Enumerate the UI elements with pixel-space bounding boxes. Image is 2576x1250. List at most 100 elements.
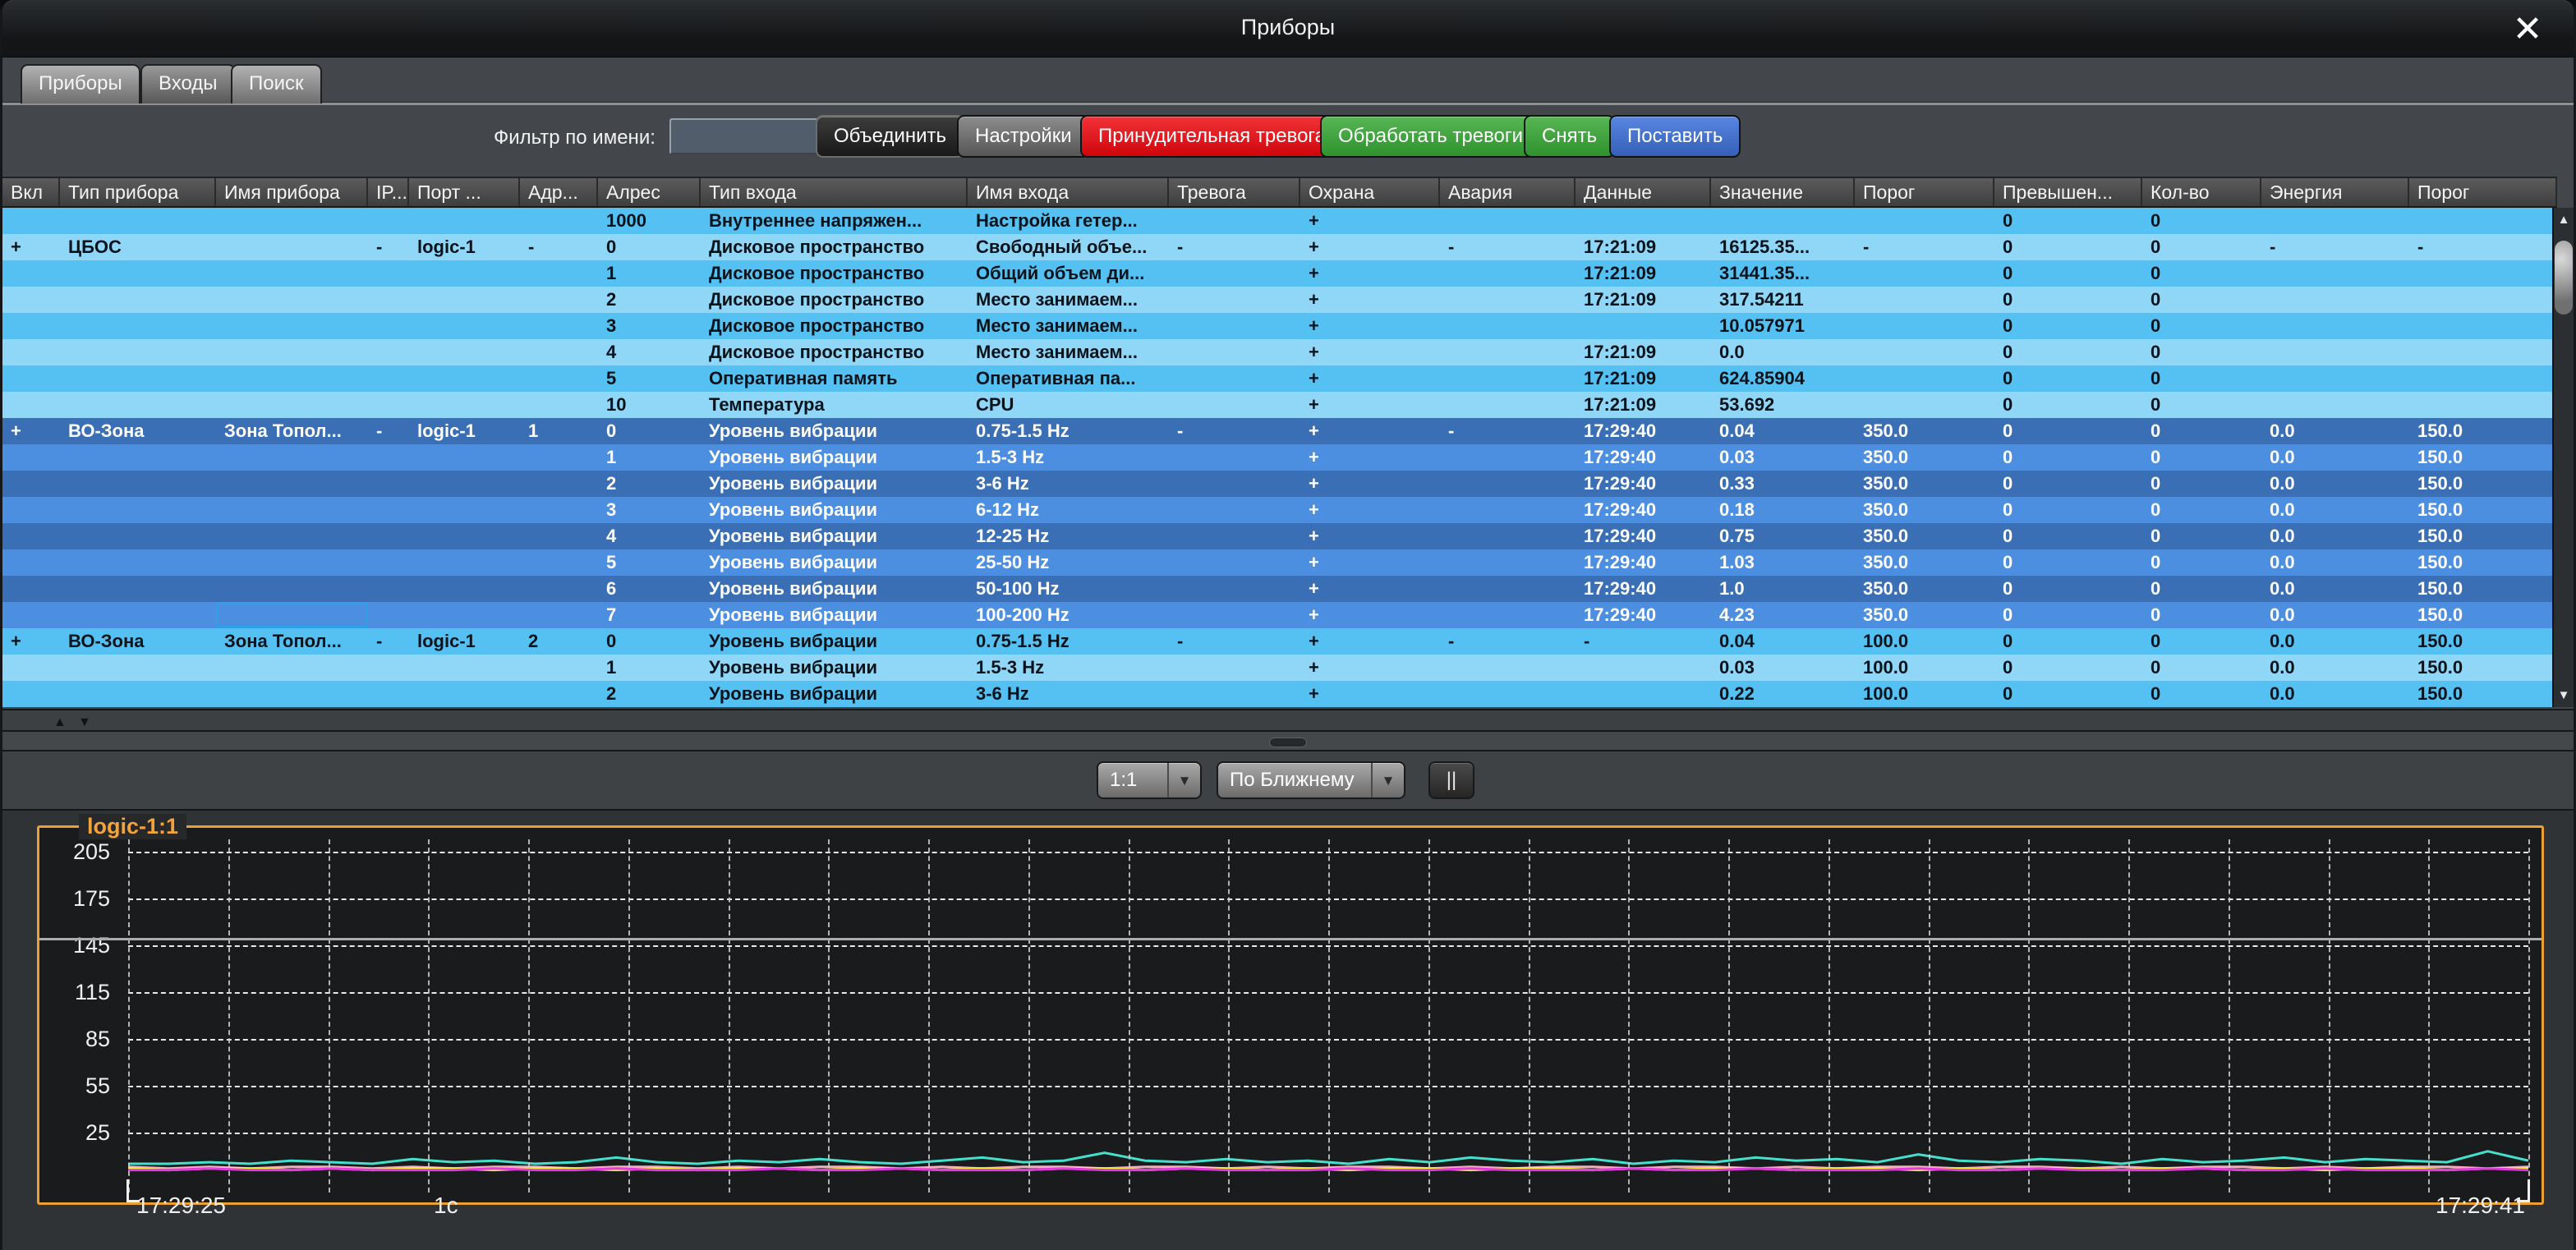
table-cell[interactable] [1440,471,1576,497]
table-cell[interactable] [1576,208,1711,234]
table-cell[interactable] [2,549,60,576]
table-cell[interactable] [520,287,598,313]
scrollbar-thumb[interactable] [2555,241,2573,315]
table-row[interactable]: 2Уровень вибрации3-6 Hz+0.22100.0000.015… [2,681,2557,707]
table-cell[interactable]: 150.0 [2409,549,2557,576]
table-cell[interactable]: Уровень вибрации [701,444,968,471]
table-cell[interactable] [1169,471,1300,497]
table-cell[interactable]: 17:29:40 [1576,444,1711,471]
table-cell[interactable]: Уровень вибрации [701,549,968,576]
table-cell[interactable]: 0.03 [1711,444,1855,471]
table-cell[interactable]: 0.0 [2261,602,2409,628]
table-cell[interactable]: 0 [1994,339,2142,365]
column-header[interactable]: Данные [1576,178,1711,206]
column-header[interactable]: Превышен... [1994,178,2142,206]
table-cell[interactable] [409,576,520,602]
table-cell[interactable] [1576,655,1711,681]
tab-poisk[interactable]: Поиск [231,64,322,103]
table-cell[interactable]: 0 [1994,471,2142,497]
column-header[interactable]: Тип прибора [60,178,216,206]
column-header[interactable]: Порог [1855,178,1994,206]
column-header[interactable]: Имя входа [968,178,1169,206]
table-cell[interactable]: Дисковое пространство [701,234,968,260]
table-cell[interactable]: 17:29:40 [1576,602,1711,628]
table-cell[interactable]: + [1300,208,1440,234]
table-cell[interactable] [1440,444,1576,471]
table-cell[interactable] [1169,497,1300,523]
table-cell[interactable]: + [1300,628,1440,655]
table-cell[interactable] [368,602,409,628]
table-row[interactable]: 10ТемператураCPU+17:21:0953.69200 [2,392,2557,418]
table-cell[interactable] [60,681,216,707]
table-cell[interactable]: 3 [598,313,701,339]
table-cell[interactable] [1169,260,1300,287]
table-cell[interactable]: 0 [2142,681,2261,707]
table-cell[interactable] [2,471,60,497]
table-cell[interactable] [60,523,216,549]
table-cell[interactable]: 150.0 [2409,628,2557,655]
table-cell[interactable] [1855,208,1994,234]
table-cell[interactable]: 17:29:40 [1576,497,1711,523]
table-cell[interactable]: 17:21:09 [1576,392,1711,418]
table-cell[interactable]: 0 [1994,208,2142,234]
table-cell[interactable]: 4.23 [1711,602,1855,628]
column-header[interactable]: Адр... [520,178,598,206]
table-cell[interactable] [520,444,598,471]
mode-select[interactable]: По Ближнему ▼ [1217,761,1405,799]
table-cell[interactable] [368,392,409,418]
chevron-down-icon[interactable]: ▼ [1371,763,1404,797]
table-cell[interactable]: 0 [2142,339,2261,365]
table-cell[interactable]: 100-200 Hz [968,602,1169,628]
table-cell[interactable] [1440,497,1576,523]
table-cell[interactable]: 350.0 [1855,549,1994,576]
table-cell[interactable]: 2 [598,287,701,313]
table-cell[interactable]: 0 [1994,602,2142,628]
table-row[interactable]: 5Оперативная памятьОперативная па...+17:… [2,365,2557,392]
table-cell[interactable] [520,471,598,497]
table-cell[interactable]: 1000 [598,208,701,234]
table-cell[interactable] [1855,313,1994,339]
table-cell[interactable]: 31441.35... [1711,260,1855,287]
table-cell[interactable]: 0.0 [1711,339,1855,365]
table-cell[interactable]: 0.75-1.5 Hz [968,628,1169,655]
table-cell[interactable]: 7 [598,602,701,628]
table-cell[interactable]: Дисковое пространство [701,313,968,339]
table-cell[interactable]: 0.75 [1711,523,1855,549]
table-cell[interactable]: + [1300,313,1440,339]
column-header[interactable]: Имя прибора [216,178,368,206]
table-cell[interactable]: 0.33 [1711,471,1855,497]
table-cell[interactable]: Температура [701,392,968,418]
table-cell[interactable] [1169,313,1300,339]
table-cell[interactable] [409,497,520,523]
table-cell[interactable]: 0.04 [1711,418,1855,444]
table-cell[interactable] [409,287,520,313]
table-cell[interactable] [1169,444,1300,471]
table-cell[interactable]: + [1300,444,1440,471]
table-cell[interactable]: 0 [2142,497,2261,523]
table-cell[interactable] [2261,260,2409,287]
table-cell[interactable] [1169,287,1300,313]
table-cell[interactable] [409,655,520,681]
table-cell[interactable]: 0 [1994,365,2142,392]
table-cell[interactable] [1169,602,1300,628]
table-cell[interactable] [368,208,409,234]
table-cell[interactable] [2409,287,2557,313]
table-cell[interactable]: 2 [598,681,701,707]
table-cell[interactable]: + [2,234,60,260]
plot-area[interactable] [128,839,2528,1193]
column-header[interactable]: Кол-во [2142,178,2261,206]
table-cell[interactable] [1855,392,1994,418]
table-cell[interactable] [368,339,409,365]
table-cell[interactable]: logic-1 [409,628,520,655]
table-cell[interactable] [520,576,598,602]
table-cell[interactable] [1711,208,1855,234]
table-cell[interactable]: ЦБОС [60,234,216,260]
table-cell[interactable] [1440,576,1576,602]
table-cell[interactable] [368,444,409,471]
table-cell[interactable]: ВО-Зона [60,628,216,655]
table-cell[interactable]: 0 [1994,497,2142,523]
table-cell[interactable] [1169,655,1300,681]
table-cell[interactable]: + [2,418,60,444]
table-cell[interactable]: 3 [598,497,701,523]
table-cell[interactable]: 25-50 Hz [968,549,1169,576]
